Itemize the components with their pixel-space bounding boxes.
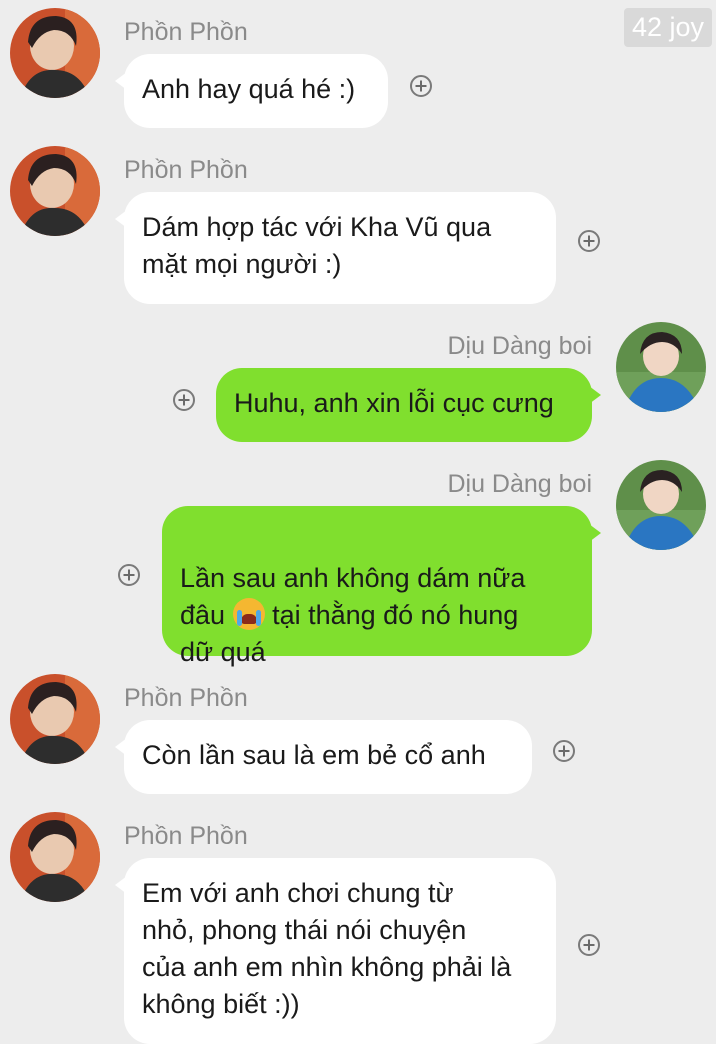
crying-face-icon [232,598,265,630]
message-bubble[interactable]: Dám hợp tác với Kha Vũ qua mặt mọi người… [115,192,556,304]
sender-name: Phồn Phồn [124,822,248,850]
message-line: Lần sau anh không dám nữa [180,563,526,593]
message-incoming: Phồn Phồn Em với anh chơi chung từ nhỏ, … [0,812,716,1044]
plus-circle-icon[interactable] [173,389,195,411]
message-line: đâu [180,600,233,630]
plus-circle-icon[interactable] [410,75,432,97]
sender-name: Dịu Dàng boi [447,470,592,498]
message-incoming: Phồn Phồn Anh hay quá hé :) [0,8,716,128]
message-outgoing: Dịu Dàng boi Lần sau anh không dám nữa đâ… [0,460,716,667]
avatar[interactable] [10,146,100,236]
sender-name: Phồn Phồn [124,18,248,46]
avatar[interactable] [10,8,100,98]
sender-name: Phồn Phồn [124,156,248,184]
avatar-image [10,8,100,98]
message-incoming: Phồn Phồn Dám hợp tác với Kha Vũ qua mặt… [0,146,716,306]
message-incoming: Phồn Phồn Còn lần sau là em bẻ cổ anh [0,674,716,794]
avatar-image [10,146,100,236]
message-bubble[interactable]: Lần sau anh không dám nữa đâu tại thằng đ… [162,506,601,667]
message-outgoing: Dịu Dàng boi Huhu, anh xin lỗi cục cưng [0,322,716,442]
message-bubble[interactable]: Em với anh chơi chung từ nhỏ, phong thái… [115,858,556,1044]
message-line: dữ quá [180,637,266,667]
plus-circle-icon[interactable] [118,564,140,586]
avatar-image [10,812,100,902]
sender-name: Phồn Phồn [124,684,248,712]
avatar[interactable] [616,322,706,412]
message-bubble[interactable]: Anh hay quá hé :) [115,54,388,128]
message-line: tại thằng đó nó hung [264,600,519,630]
plus-circle-icon[interactable] [578,230,600,252]
plus-circle-icon[interactable] [578,934,600,956]
message-bubble[interactable]: Còn lần sau là em bẻ cổ anh [115,720,532,794]
message-bubble[interactable]: Huhu, anh xin lỗi cục cưng [216,368,601,442]
plus-circle-icon[interactable] [553,740,575,762]
avatar-image [616,322,706,412]
avatar[interactable] [10,674,100,764]
avatar[interactable] [616,460,706,550]
sender-name: Dịu Dàng boi [447,332,592,360]
avatar-image [616,460,706,550]
avatar-image [10,674,100,764]
avatar[interactable] [10,812,100,902]
